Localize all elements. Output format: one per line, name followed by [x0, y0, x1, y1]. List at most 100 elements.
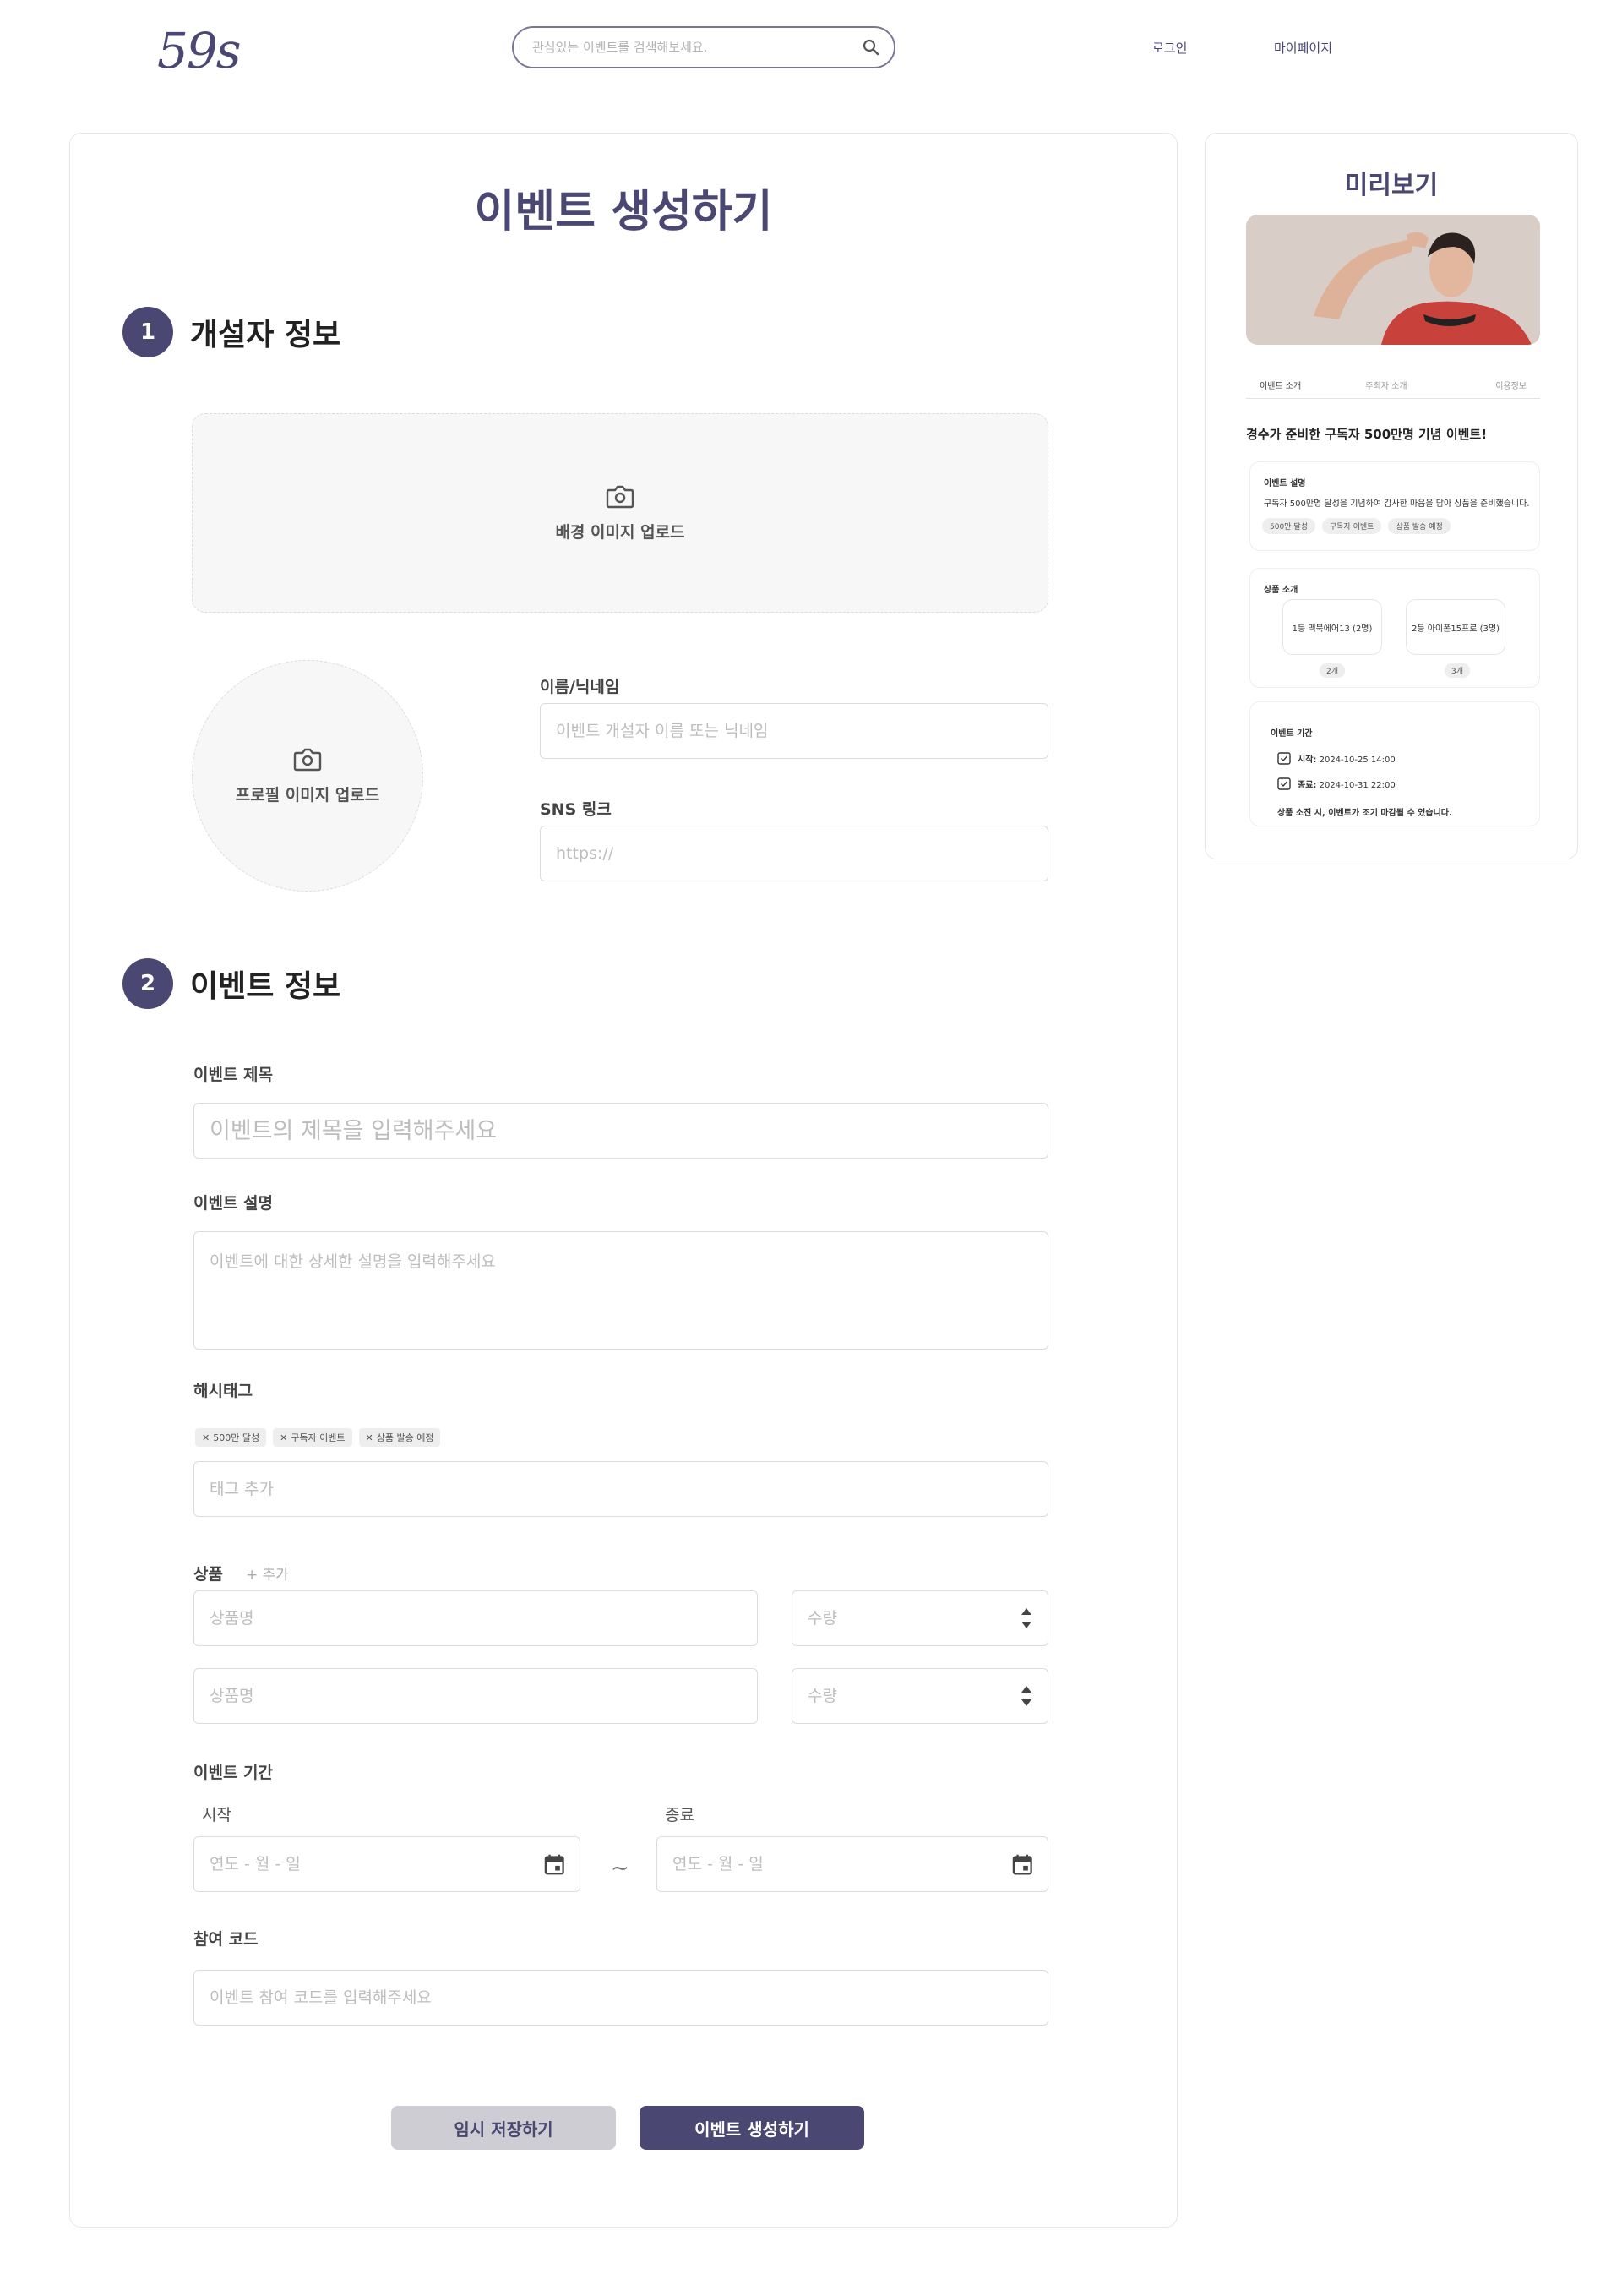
remove-icon[interactable]: ✕: [202, 1432, 210, 1443]
preview-period-card: 이벤트 기간 시작: 2024-10-25 14:00 종료: 2024-10-…: [1249, 701, 1540, 826]
hashtag-text: 구독자 이벤트: [291, 1432, 346, 1443]
hashtag-text: 상품 발송 예정: [376, 1432, 434, 1443]
calendar-check-icon: [1277, 777, 1291, 790]
preview-tag: 500만 달성: [1262, 518, 1315, 534]
preview-tag: 구독자 이벤트: [1321, 518, 1382, 534]
end-date-field[interactable]: [656, 1836, 1048, 1892]
hashtag-chip[interactable]: ✕ 상품 발송 예정: [358, 1428, 441, 1447]
remove-icon[interactable]: ✕: [280, 1432, 287, 1443]
event-title-label: 이벤트 제목: [193, 1066, 274, 1084]
remove-icon[interactable]: ✕: [366, 1432, 373, 1443]
preview-title: 미리보기: [1344, 171, 1439, 200]
sns-field[interactable]: [540, 826, 1048, 881]
section-title: 개설자 정보: [190, 318, 341, 352]
event-desc-field[interactable]: [193, 1231, 1048, 1350]
profile-image-upload[interactable]: 프로필 이미지 업로드: [192, 660, 423, 892]
calendar-check-icon: [1277, 752, 1291, 765]
product-qty-input[interactable]: [808, 1609, 1032, 1628]
sns-label: SNS 링크: [540, 800, 612, 819]
background-image-upload[interactable]: 배경 이미지 업로드: [192, 413, 1048, 613]
event-desc-label: 이벤트 설명: [193, 1194, 274, 1213]
hashtag-text: 500만 달성: [213, 1432, 260, 1443]
camera-icon: [293, 748, 322, 771]
hashtag-label: 해시태그: [193, 1382, 253, 1400]
calendar-icon[interactable]: [1012, 1852, 1033, 1876]
hashtag-list: ✕ 500만 달성 ✕ 구독자 이벤트 ✕ 상품 발송 예정: [195, 1428, 441, 1447]
save-draft-button[interactable]: 임시 저장하기: [391, 2106, 616, 2150]
page-title: 이벤트 생성하기: [474, 187, 773, 237]
preview-end-label: 종료:: [1298, 780, 1317, 790]
preview-start-value: 2024-10-25 14:00: [1319, 755, 1396, 765]
code-field[interactable]: [193, 1970, 1048, 2026]
preview-tab-intro[interactable]: 이벤트 소개: [1246, 374, 1344, 398]
preview-end-value: 2024-10-31 22:00: [1319, 780, 1396, 790]
login-link[interactable]: 로그인: [1152, 39, 1187, 57]
preview-tab-info[interactable]: 이용정보: [1429, 374, 1540, 398]
product-name-input[interactable]: [210, 1609, 742, 1628]
preview-panel: 미리보기 이벤트 소개 주최자 소개 이용정보 경수가 준비한 구독자 500만…: [1205, 133, 1578, 859]
event-desc-textarea[interactable]: [210, 1249, 1032, 1333]
preview-tag-list: 500만 달성 구독자 이벤트 상품 발송 예정: [1262, 518, 1451, 534]
product-name-field[interactable]: [193, 1668, 758, 1724]
hashtag-chip[interactable]: ✕ 500만 달성: [195, 1428, 267, 1447]
end-date-input[interactable]: [672, 1855, 1012, 1873]
preview-product-count: 3개: [1445, 663, 1471, 678]
sns-input[interactable]: [556, 844, 1032, 863]
product-label: 상품: [193, 1565, 223, 1584]
date-range-separator: ~: [611, 1856, 629, 1881]
preview-tabs: 이벤트 소개 주최자 소개 이용정보: [1246, 374, 1540, 399]
product-qty-field[interactable]: [792, 1590, 1048, 1646]
section-organizer-header: 1 개설자 정보: [122, 307, 340, 357]
search-input[interactable]: [532, 40, 860, 55]
code-input[interactable]: [210, 1988, 1032, 2007]
preview-product-item: 1등 맥북에어13 (2명): [1282, 599, 1382, 655]
event-title-input[interactable]: [210, 1117, 1032, 1144]
quantity-stepper-icon[interactable]: [1021, 1606, 1032, 1631]
add-product-button[interactable]: + 추가: [246, 1562, 289, 1584]
preview-product-card: 상품 소개 1등 맥북에어13 (2명) 2개 2등 아이폰15프로 (3명) …: [1249, 568, 1540, 688]
end-label: 종료: [665, 1806, 694, 1824]
step-number: 1: [122, 307, 173, 357]
preview-period-note: 상품 소진 시, 이벤트가 조기 마감될 수 있습니다.: [1277, 809, 1452, 818]
preview-period-title: 이벤트 기간: [1271, 729, 1313, 739]
product-qty-field[interactable]: [792, 1668, 1048, 1724]
code-label: 참여 코드: [193, 1930, 259, 1949]
preview-background-image: [1246, 215, 1540, 345]
camera-icon: [606, 485, 634, 508]
preview-desc-title: 이벤트 설명: [1264, 479, 1306, 488]
tag-field[interactable]: [193, 1461, 1048, 1517]
start-label: 시작: [202, 1806, 231, 1824]
background-upload-label: 배경 이미지 업로드: [555, 522, 685, 542]
start-date-input[interactable]: [210, 1855, 544, 1873]
event-form-panel: 이벤트 생성하기 1 개설자 정보 배경 이미지 업로드 프로필 이미지 업로드…: [69, 133, 1178, 2228]
preview-product-item: 2등 아이폰15프로 (3명): [1406, 599, 1505, 655]
section-title: 이벤트 정보: [190, 969, 341, 1004]
preview-product-count: 2개: [1320, 663, 1346, 678]
hashtag-chip[interactable]: ✕ 구독자 이벤트: [273, 1428, 352, 1447]
step-number: 2: [122, 958, 173, 1009]
product-name-input[interactable]: [210, 1687, 742, 1705]
mypage-link[interactable]: 마이페이지: [1274, 39, 1332, 57]
search-icon[interactable]: [860, 36, 882, 58]
preview-tab-host[interactable]: 주최자 소개: [1344, 374, 1429, 398]
start-date-field[interactable]: [193, 1836, 580, 1892]
preview-desc-text: 구독자 500만명 달성을 기념하여 감사한 마음을 담아 상품을 준비했습니다…: [1264, 499, 1530, 509]
name-input[interactable]: [556, 722, 1032, 740]
logo[interactable]: 59s: [157, 22, 242, 79]
create-event-button[interactable]: 이벤트 생성하기: [640, 2106, 864, 2150]
search-bar[interactable]: [512, 26, 895, 68]
preview-desc-card: 이벤트 설명 구독자 500만명 달성을 기념하여 감사한 마음을 담아 상품을…: [1249, 461, 1540, 551]
period-label: 이벤트 기간: [193, 1764, 274, 1782]
preview-product-title: 상품 소개: [1264, 586, 1298, 595]
preview-start-row: 시작: 2024-10-25 14:00: [1277, 751, 1396, 765]
calendar-icon[interactable]: [544, 1852, 564, 1876]
event-title-field[interactable]: [193, 1103, 1048, 1159]
quantity-stepper-icon[interactable]: [1021, 1683, 1032, 1709]
section-event-header: 2 이벤트 정보: [122, 958, 340, 1009]
product-qty-input[interactable]: [808, 1687, 1032, 1705]
preview-headline: 경수가 준비한 구독자 500만명 기념 이벤트!: [1246, 427, 1488, 442]
name-field[interactable]: [540, 703, 1048, 759]
product-name-field[interactable]: [193, 1590, 758, 1646]
name-label: 이름/닉네임: [540, 678, 620, 696]
tag-input[interactable]: [210, 1480, 1032, 1498]
